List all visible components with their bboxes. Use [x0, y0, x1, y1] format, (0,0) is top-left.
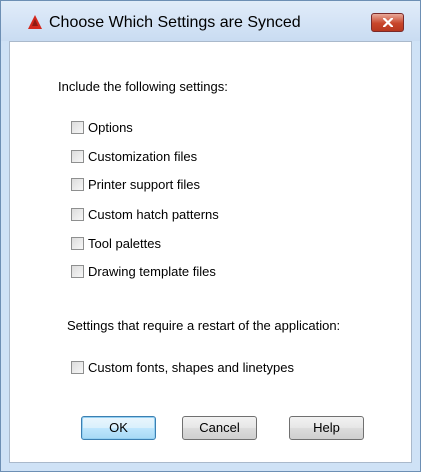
- drawing-template-files-checkbox-row[interactable]: Drawing template files: [71, 263, 216, 279]
- dialog-content: Include the following settings: Options …: [9, 41, 412, 463]
- ok-button[interactable]: OK: [81, 416, 156, 440]
- tool-palettes-checkbox-row[interactable]: Tool palettes: [71, 235, 161, 251]
- tool-palettes-checkbox[interactable]: [71, 236, 84, 250]
- autodesk-app-icon: [28, 15, 42, 29]
- drawing-template-files-checkbox[interactable]: [71, 264, 84, 278]
- close-icon: [383, 18, 393, 27]
- custom-hatch-patterns-checkbox-row[interactable]: Custom hatch patterns: [71, 206, 219, 222]
- custom-hatch-patterns-label: Custom hatch patterns: [88, 206, 219, 222]
- drawing-template-files-label: Drawing template files: [88, 263, 216, 279]
- window-title: Choose Which Settings are Synced: [49, 14, 301, 31]
- customization-files-checkbox[interactable]: [71, 149, 84, 163]
- options-checkbox[interactable]: [71, 120, 84, 134]
- restart-settings-heading: Settings that require a restart of the a…: [67, 318, 341, 333]
- close-button[interactable]: [371, 13, 404, 32]
- custom-fonts-checkbox-row[interactable]: Custom fonts, shapes and linetypes: [71, 359, 294, 375]
- dialog-window: Choose Which Settings are Synced Include…: [0, 0, 421, 472]
- options-checkbox-row[interactable]: Options: [71, 119, 133, 135]
- customization-files-checkbox-row[interactable]: Customization files: [71, 148, 197, 164]
- cancel-button[interactable]: Cancel: [182, 416, 257, 440]
- customization-files-label: Customization files: [88, 148, 198, 164]
- printer-support-files-checkbox-row[interactable]: Printer support files: [71, 176, 200, 192]
- custom-hatch-patterns-checkbox[interactable]: [71, 207, 84, 221]
- custom-fonts-checkbox[interactable]: [71, 360, 84, 374]
- printer-support-files-checkbox[interactable]: [71, 177, 84, 191]
- options-label: Options: [88, 119, 133, 135]
- include-settings-heading: Include the following settings:: [58, 79, 228, 94]
- tool-palettes-label: Tool palettes: [88, 235, 161, 251]
- printer-support-files-label: Printer support files: [88, 176, 200, 192]
- title-bar[interactable]: Choose Which Settings are Synced: [1, 1, 420, 41]
- custom-fonts-label: Custom fonts, shapes and linetypes: [88, 359, 294, 375]
- help-button[interactable]: Help: [289, 416, 364, 440]
